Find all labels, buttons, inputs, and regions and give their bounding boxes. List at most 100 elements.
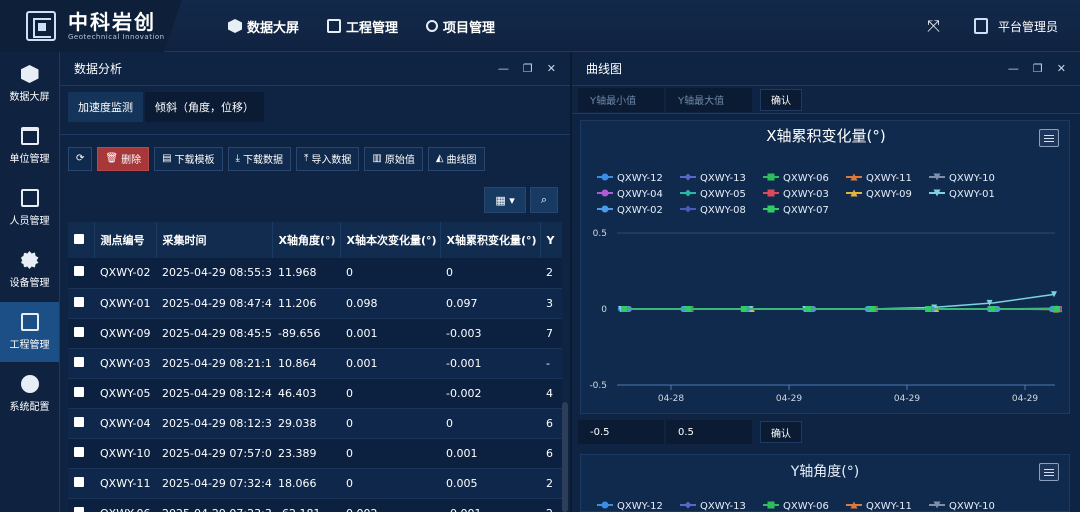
- row-select-cell[interactable]: [68, 318, 94, 349]
- table-cell: 11.206: [272, 288, 340, 319]
- confirm-button[interactable]: 确认: [760, 88, 802, 111]
- row-select-cell[interactable]: [68, 498, 94, 512]
- table-row[interactable]: QXWY-062025-04-29 07:23:33-62.1810.002-0…: [68, 498, 562, 512]
- maximize-icon[interactable]: ❐: [523, 62, 533, 75]
- y-tick-label: -0.5: [589, 381, 607, 391]
- sidebar-item-devices[interactable]: 设备管理: [0, 240, 59, 300]
- tab-acceleration[interactable]: 加速度监测: [68, 92, 143, 122]
- delete-button[interactable]: 🗑 删除: [97, 146, 150, 171]
- row-checkbox[interactable]: [74, 506, 84, 512]
- chart-icon: [327, 19, 342, 33]
- sidebar-item-personnel[interactable]: 人员管理: [0, 178, 59, 238]
- select-all-checkbox[interactable]: [74, 233, 84, 244]
- row-checkbox[interactable]: [74, 476, 84, 487]
- curve-chart-button[interactable]: ◭ 曲线图: [427, 146, 485, 171]
- y-min-input[interactable]: Y轴最小值: [578, 87, 664, 112]
- table-cell: 2025-04-29 08:12:41: [156, 378, 272, 409]
- table-row[interactable]: QXWY-11 2025-04-29 07:32:44 18.066 0 0.005 2: [68, 468, 562, 499]
- chart-title: Y轴角度(°): [790, 464, 860, 480]
- table-cell: 0: [340, 258, 440, 289]
- axis-range-bar-top: Y轴最小值 Y轴最大值 确认: [572, 86, 1080, 114]
- chart-menu-icon[interactable]: [1039, 463, 1059, 481]
- point-marker: [767, 205, 775, 213]
- row-select-cell[interactable]: [68, 258, 94, 289]
- minimize-icon[interactable]: —: [498, 62, 509, 75]
- download-template-button[interactable]: ▤ 下载模板: [154, 146, 223, 171]
- legend-label: QXWY-11: [866, 173, 912, 184]
- chart-legend: QXWY-12 QXWY-13 QXWY-06 QXWY-11 QXWY-10: [597, 501, 995, 511]
- col-header[interactable]: 测点编号: [94, 222, 157, 258]
- col-header[interactable]: Y: [540, 222, 562, 258]
- select-all-cell[interactable]: [68, 222, 95, 258]
- sidebar-item-label: 人员管理: [9, 216, 50, 227]
- legend-label: QXWY-11: [866, 501, 912, 511]
- topnav-projects[interactable]: 项目管理: [426, 17, 495, 36]
- y-min-input[interactable]: -0.5: [578, 420, 664, 444]
- sidebar-item-units[interactable]: 单位管理: [0, 116, 59, 176]
- table-scrollbar[interactable]: [562, 402, 568, 512]
- table-row[interactable]: QXWY-04 2025-04-29 08:12:38 29.038 0 0 6: [68, 408, 562, 439]
- confirm-button[interactable]: 确认: [760, 421, 802, 443]
- curve-panel: 曲线图 — ❐ ✕ Y轴最小值 Y轴最大值 确认 X轴累积变化量(°) QXWY-…: [572, 52, 1080, 512]
- y-max-input[interactable]: Y轴最大值: [666, 87, 752, 112]
- row-select-cell[interactable]: [68, 378, 94, 409]
- row-checkbox[interactable]: [74, 416, 84, 427]
- point-marker: [767, 189, 775, 197]
- table-cell: QXWY-05: [94, 378, 156, 409]
- tab-inclination[interactable]: 倾斜（角度，位移）: [145, 92, 264, 122]
- table-row[interactable]: QXWY-10 2025-04-29 07:57:08 23.389 0 0.001 6: [68, 438, 562, 469]
- close-icon[interactable]: ✕: [547, 62, 556, 75]
- columns-toggle-button[interactable]: ▦ ▾: [484, 187, 526, 213]
- sidebar-item-label: 工程管理: [9, 340, 50, 351]
- panel-title: 数据分析: [74, 62, 123, 76]
- table-cell: 0: [340, 408, 440, 439]
- calendar-icon: [20, 127, 39, 145]
- table-cell: 2025-04-29 07:23:33: [156, 498, 272, 512]
- grid-icon: ▦ ▾: [495, 193, 515, 207]
- refresh-button[interactable]: ⟳: [68, 146, 93, 171]
- row-select-cell[interactable]: [68, 288, 94, 319]
- col-header[interactable]: X轴本次变化量(°): [340, 222, 441, 258]
- table-cell: 2025-04-29 07:57:08: [156, 438, 272, 469]
- sidebar-item-system-config[interactable]: 系统配置: [0, 364, 59, 424]
- table-row[interactable]: QXWY-01 2025-04-29 08:47:43 11.206 0.098 0.0…: [68, 288, 562, 319]
- row-checkbox[interactable]: [74, 296, 84, 307]
- table-row[interactable]: QXWY-03 2025-04-29 08:21:19 10.864 0.001 -0.…: [68, 348, 562, 379]
- sidebar-item-engineering[interactable]: 工程管理: [0, 302, 59, 362]
- col-header[interactable]: X轴角度(°): [272, 222, 341, 258]
- sidebar-item-data-screen[interactable]: 数据大屏: [0, 54, 59, 114]
- row-checkbox[interactable]: [74, 356, 84, 367]
- table-row[interactable]: QXWY-05 2025-04-29 08:12:41 46.403 0 -0.002 4: [68, 378, 562, 409]
- row-select-cell[interactable]: [68, 348, 94, 379]
- user-label[interactable]: 平台管理员: [998, 18, 1058, 35]
- row-checkbox[interactable]: [74, 266, 84, 277]
- download-data-button[interactable]: ⤓ 下载数据: [227, 146, 291, 171]
- minimize-icon[interactable]: —: [1008, 62, 1019, 75]
- table-row[interactable]: QXWY-09 2025-04-29 08:45:59 -89.656 0.001 -0…: [68, 318, 562, 349]
- topnav-data-screen[interactable]: 数据大屏: [228, 17, 299, 36]
- row-checkbox[interactable]: [74, 446, 84, 457]
- chart-menu-icon[interactable]: [1039, 129, 1059, 147]
- y-tick-label: 0.5: [593, 229, 607, 239]
- y-max-input[interactable]: 0.5: [666, 420, 752, 444]
- sidebar-item-label: 数据大屏: [9, 92, 50, 103]
- import-data-button[interactable]: ⤒ 导入数据: [295, 146, 360, 171]
- topnav-engineering[interactable]: 工程管理: [327, 17, 398, 36]
- row-checkbox[interactable]: [74, 386, 84, 397]
- raw-value-button[interactable]: ▥ 原始值: [364, 146, 423, 171]
- maximize-icon[interactable]: ❐: [1033, 62, 1043, 75]
- col-header[interactable]: 采集时间: [156, 222, 273, 258]
- search-button[interactable]: ⌕: [529, 187, 558, 213]
- col-header[interactable]: X轴累积变化量(°): [440, 222, 541, 258]
- close-icon[interactable]: ✕: [1057, 62, 1066, 75]
- row-select-cell[interactable]: [68, 468, 94, 499]
- table-row[interactable]: QXWY-02 2025-04-29 08:55:35 11.968 0 0 2: [68, 258, 562, 289]
- table-cell: 0.005: [440, 468, 540, 499]
- legend-label: QXWY-06: [783, 501, 829, 511]
- legend-label: QXWY-01: [949, 189, 995, 200]
- row-select-cell[interactable]: [68, 408, 94, 439]
- row-select-cell[interactable]: [68, 438, 94, 469]
- row-checkbox[interactable]: [74, 326, 84, 337]
- legend-label: QXWY-12: [617, 173, 663, 184]
- fullscreen-icon[interactable]: ⤧: [927, 16, 940, 36]
